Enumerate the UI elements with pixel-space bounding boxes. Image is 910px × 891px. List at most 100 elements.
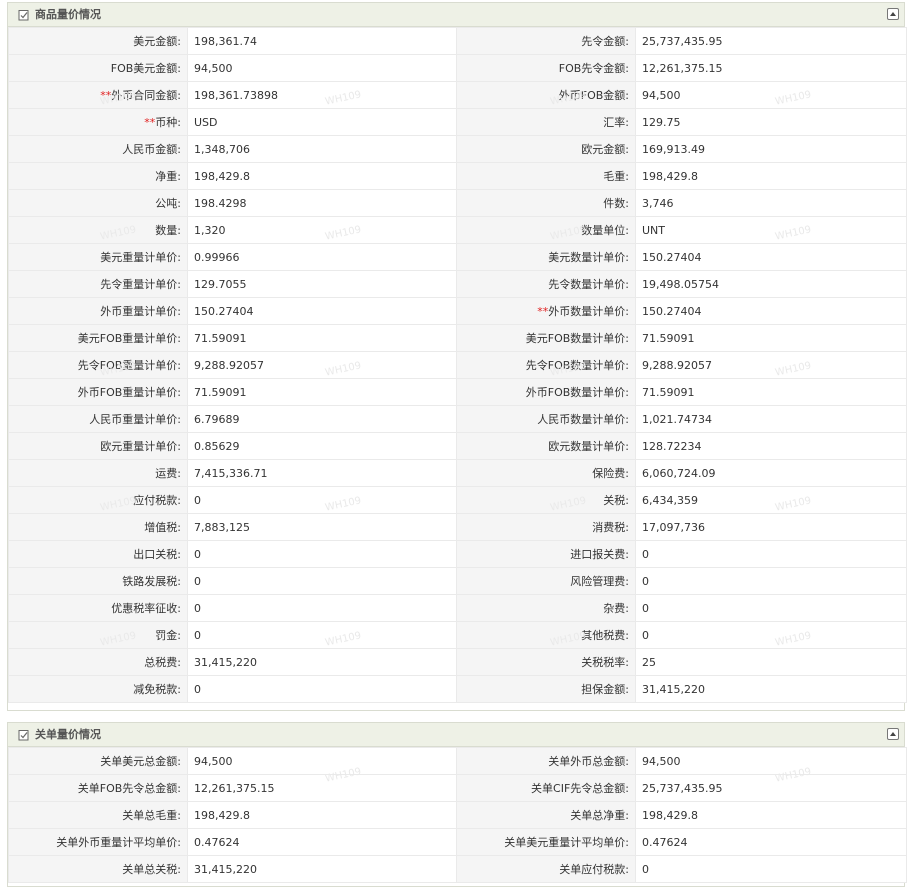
field-value: 94,500 xyxy=(187,747,457,775)
field-label-text: 关单外币重量计平均单价: xyxy=(56,836,181,849)
field-label-text: 美元重量计单价: xyxy=(100,251,181,264)
field-label-text: 外币合同金额: xyxy=(111,89,181,102)
field-label: 其他税费: xyxy=(456,621,636,649)
customs-quantity-price-panel: 关单量价情况 关单美元总金额: 94,500 关单外币总金额: 94,500 关单FOB… xyxy=(7,722,907,887)
field-label-text: 先令FOB数量计单价: xyxy=(525,359,629,372)
table-row: 净重: 198,429.8 毛重: 198,429.8 xyxy=(8,162,907,190)
field-label-text: 先令数量计单价: xyxy=(548,278,629,291)
field-value: 0 xyxy=(187,621,457,649)
field-value: 0 xyxy=(635,855,907,883)
field-label-text: 美元FOB重量计单价: xyxy=(77,332,181,345)
field-label: 消费税: xyxy=(456,513,636,541)
field-label-text: 美元数量计单价: xyxy=(548,251,629,264)
field-value: 94,500 xyxy=(635,81,907,109)
field-value: 7,883,125 xyxy=(187,513,457,541)
customs-price-table: 关单美元总金额: 94,500 关单外币总金额: 94,500 关单FOB先令总金额: 1… xyxy=(8,747,907,883)
field-label: 欧元金额: xyxy=(456,135,636,163)
field-label: 减免税款: xyxy=(8,675,188,703)
field-value: 0 xyxy=(635,567,907,595)
field-label: 保险费: xyxy=(456,459,636,487)
field-label: 人民币重量计单价: xyxy=(8,405,188,433)
field-label-text: 保险费: xyxy=(592,467,629,480)
field-value: 0.99966 xyxy=(187,243,457,271)
field-label-text: 件数: xyxy=(603,197,629,210)
field-label: 美元金额: xyxy=(8,27,188,55)
table-row: FOB美元金额: 94,500 FOB先令金额: 12,261,375.15 xyxy=(8,54,907,82)
field-label-text: 币种: xyxy=(155,116,181,129)
field-value: 31,415,220 xyxy=(187,855,457,883)
table-row: 关单FOB先令总金额: 12,261,375.15 关单CIF先令总金额: 25,73… xyxy=(8,774,907,802)
field-label: 杂费: xyxy=(456,594,636,622)
field-label: FOB美元金额: xyxy=(8,54,188,82)
field-label: 应付税款: xyxy=(8,486,188,514)
field-label-text: 关单FOB先令总金额: xyxy=(77,782,181,795)
collapse-up-icon[interactable] xyxy=(887,728,899,740)
checklist-icon xyxy=(18,730,29,741)
table-row: 关单总毛重: 198,429.8 关单总净重: 198,429.8 xyxy=(8,801,907,829)
field-label-text: 应付税款: xyxy=(133,494,181,507)
field-value: 19,498.05754 xyxy=(635,270,907,298)
field-label-text: 人民币数量计单价: xyxy=(537,413,629,426)
table-row: 人民币重量计单价: 6.79689 人民币数量计单价: 1,021.74734 xyxy=(8,405,907,433)
field-value: 198,429.8 xyxy=(187,162,457,190)
field-label-text: 关单美元总金额: xyxy=(100,755,181,768)
field-label-text: 毛重: xyxy=(603,170,629,183)
field-label: 先令重量计单价: xyxy=(8,270,188,298)
field-label: 罚金: xyxy=(8,621,188,649)
field-label: 担保金额: xyxy=(456,675,636,703)
field-label-text: 外币数量计单价: xyxy=(548,305,629,318)
field-label-text: 运费: xyxy=(155,467,181,480)
field-value: 12,261,375.15 xyxy=(635,54,907,82)
field-label: 关单美元重量计平均单价: xyxy=(456,828,636,856)
field-value: 31,415,220 xyxy=(187,648,457,676)
table-row: **外币合同金额: 198,361.73898 外币FOB金额: 94,500 xyxy=(8,81,907,109)
field-label: **外币数量计单价: xyxy=(456,297,636,325)
field-value: 150.27404 xyxy=(635,297,907,325)
field-label-text: 关单总毛重: xyxy=(122,809,181,822)
field-label: 外币FOB金额: xyxy=(456,81,636,109)
table-row: 美元金额: 198,361.74 先令金额: 25,737,435.95 xyxy=(8,27,907,55)
field-value: 31,415,220 xyxy=(635,675,907,703)
field-value: 169,913.49 xyxy=(635,135,907,163)
table-row: 关单外币重量计平均单价: 0.47624 关单美元重量计平均单价: 0.47624 xyxy=(8,828,907,856)
field-value: 71.59091 xyxy=(187,324,457,352)
field-label-text: 人民币金额: xyxy=(122,143,181,156)
field-value: 198,429.8 xyxy=(635,162,907,190)
field-value: 0 xyxy=(635,540,907,568)
field-label: 关单美元总金额: xyxy=(8,747,188,775)
field-label-text: 先令FOB重量计单价: xyxy=(77,359,181,372)
collapse-up-icon[interactable] xyxy=(887,8,899,20)
field-value: 150.27404 xyxy=(635,243,907,271)
panel-header: 商品量价情况 xyxy=(8,3,904,27)
field-value: 0 xyxy=(187,675,457,703)
field-label: 美元重量计单价: xyxy=(8,243,188,271)
table-row: 外币重量计单价: 150.27404 **外币数量计单价: 150.27404 xyxy=(8,297,907,325)
field-label-text: 风险管理费: xyxy=(570,575,629,588)
table-row: 铁路发展税: 0 风险管理费: 0 xyxy=(8,567,907,595)
field-label: 关单总关税: xyxy=(8,855,188,883)
field-label-text: 总税费: xyxy=(144,656,181,669)
field-label: 总税费: xyxy=(8,648,188,676)
table-row: 增值税: 7,883,125 消费税: 17,097,736 xyxy=(8,513,907,541)
field-label: 件数: xyxy=(456,189,636,217)
table-row: 减免税款: 0 担保金额: 31,415,220 xyxy=(8,675,907,703)
field-label-text: 关单应付税款: xyxy=(559,863,629,876)
goods-price-table: 美元金额: 198,361.74 先令金额: 25,737,435.95 FOB美元金额… xyxy=(8,27,907,703)
required-mark: ** xyxy=(100,89,112,102)
field-label: 关税: xyxy=(456,486,636,514)
field-value: 94,500 xyxy=(187,54,457,82)
field-label: 人民币金额: xyxy=(8,135,188,163)
field-value: 0 xyxy=(187,567,457,595)
table-row: 人民币金额: 1,348,706 欧元金额: 169,913.49 xyxy=(8,135,907,163)
field-label-text: 外币重量计单价: xyxy=(100,305,181,318)
field-label-text: 汇率: xyxy=(603,116,629,129)
table-row: 数量: 1,320 数量单位: UNT xyxy=(8,216,907,244)
field-label: 公吨: xyxy=(8,189,188,217)
table-row: 关单总关税: 31,415,220 关单应付税款: 0 xyxy=(8,855,907,883)
field-label: 先令FOB重量计单价: xyxy=(8,351,188,379)
table-row: **币种: USD 汇率: 129.75 xyxy=(8,108,907,136)
field-label: 美元FOB重量计单价: xyxy=(8,324,188,352)
field-label: 关单外币重量计平均单价: xyxy=(8,828,188,856)
field-label-text: 数量: xyxy=(155,224,181,237)
required-mark: ** xyxy=(144,116,156,129)
